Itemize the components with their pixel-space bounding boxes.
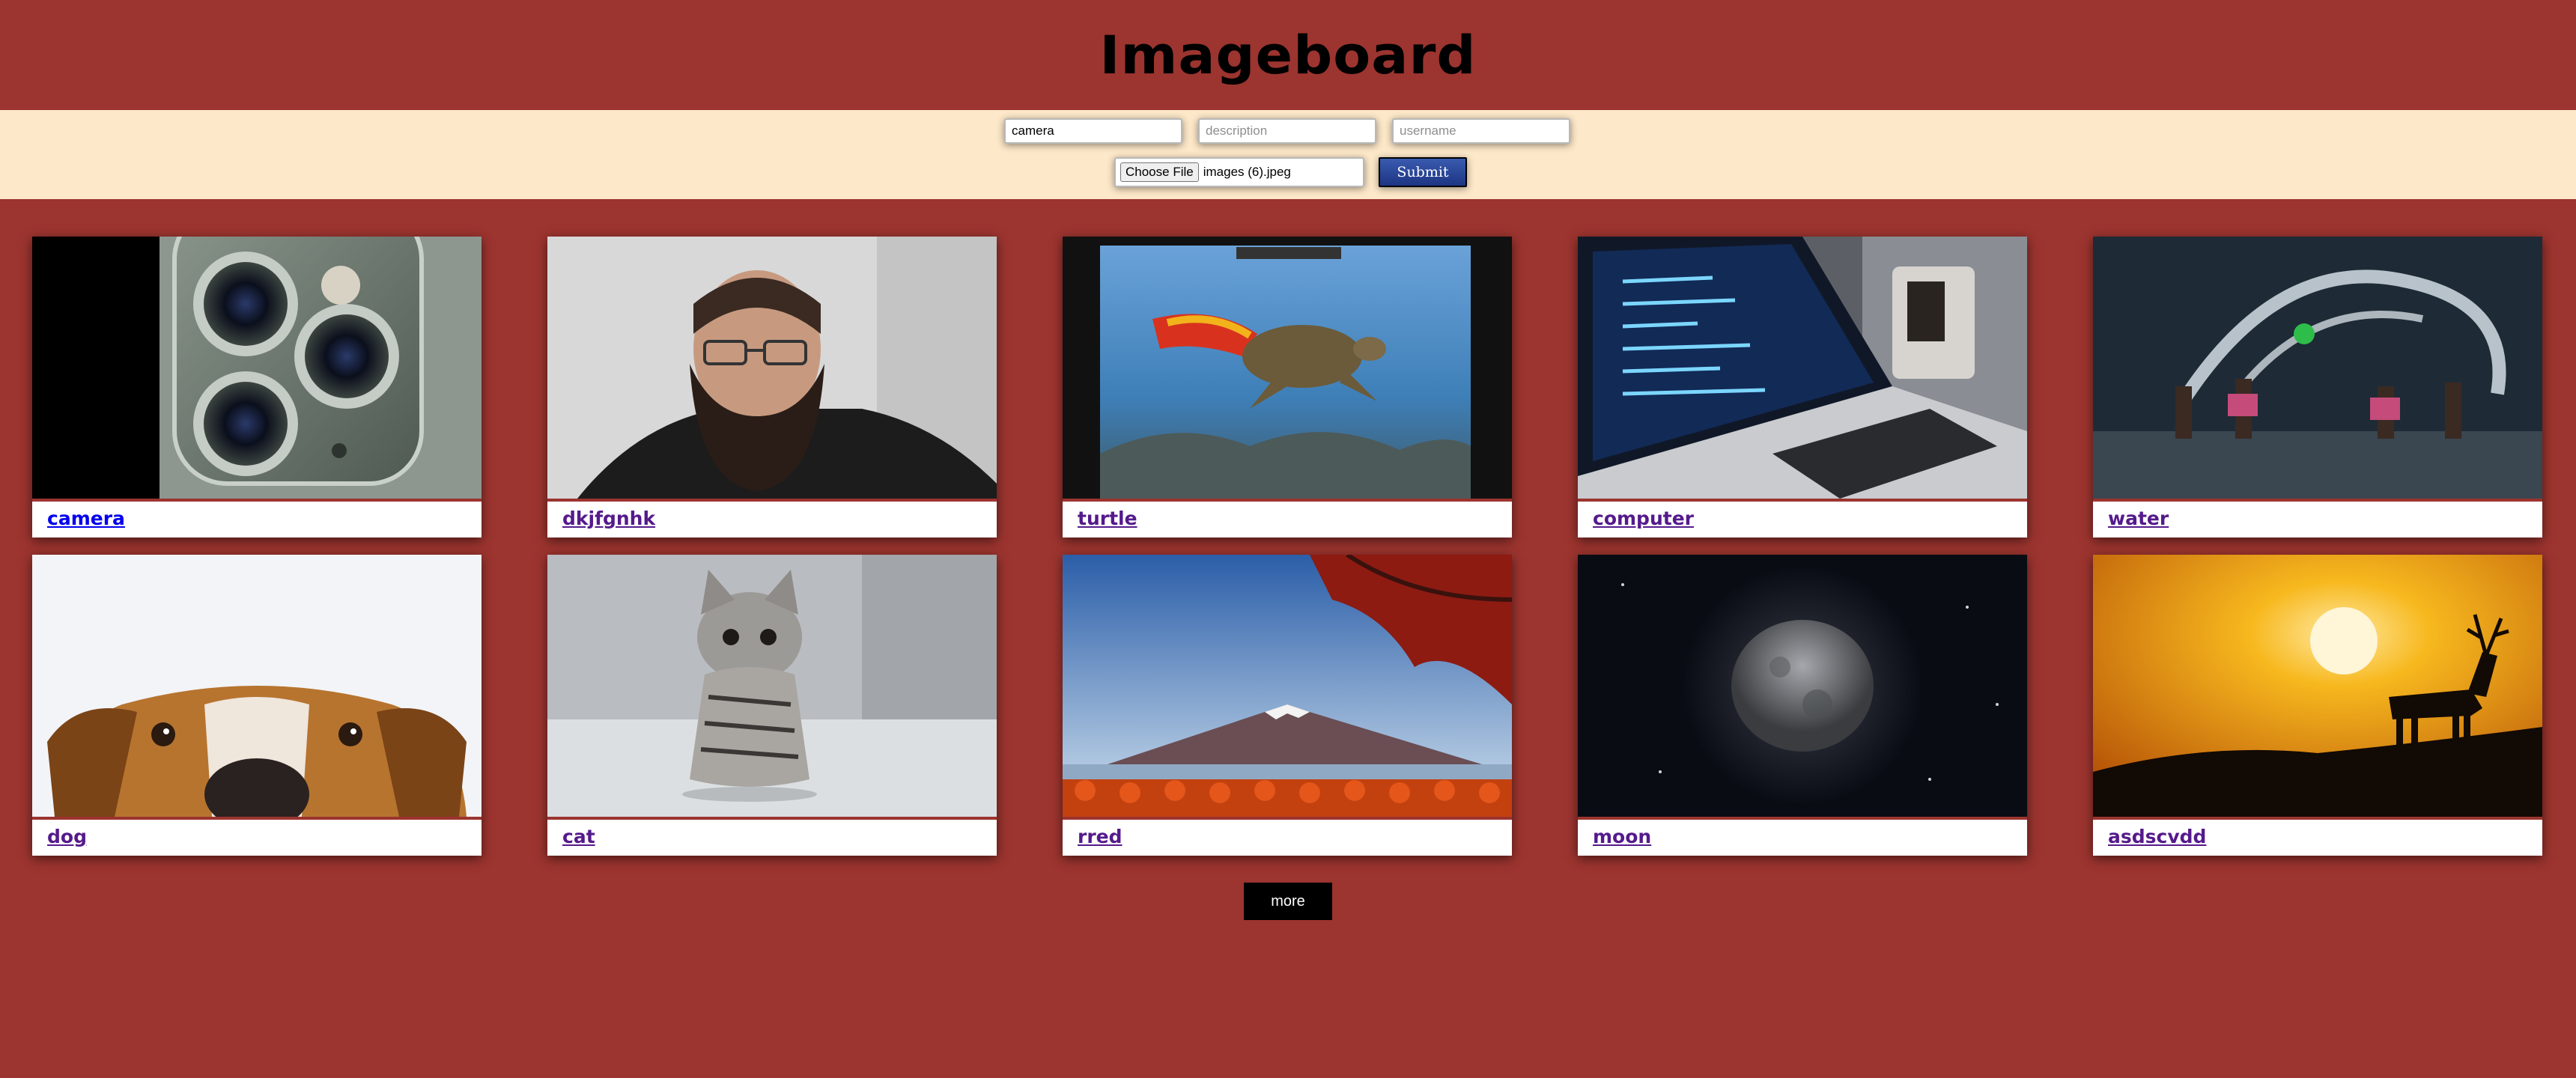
image-card[interactable]: turtle bbox=[1063, 237, 1512, 538]
image-title-link[interactable]: cat bbox=[562, 826, 595, 847]
dog-photo bbox=[32, 555, 482, 817]
mountain-photo bbox=[1063, 555, 1512, 817]
image-card[interactable]: rred bbox=[1063, 555, 1512, 856]
image-card[interactable]: moon bbox=[1578, 555, 2027, 856]
more-button[interactable]: more bbox=[1244, 883, 1332, 920]
image-thumbnail-asdscvdd[interactable] bbox=[2093, 555, 2542, 820]
upload-form: Choose File images (6).jpeg Submit bbox=[0, 110, 2576, 199]
image-thumbnail-turtle[interactable] bbox=[1063, 237, 1512, 502]
image-thumbnail-dog[interactable] bbox=[32, 555, 482, 820]
image-card[interactable]: dkjfgnhk bbox=[547, 237, 997, 538]
title-input[interactable] bbox=[1004, 118, 1182, 144]
image-title-link[interactable]: moon bbox=[1593, 826, 1651, 847]
image-title-link[interactable]: computer bbox=[1593, 508, 1694, 529]
image-title-link[interactable]: water bbox=[2108, 508, 2169, 529]
image-card[interactable]: water bbox=[2093, 237, 2542, 538]
moon-photo bbox=[1578, 555, 2027, 817]
image-thumbnail-water[interactable] bbox=[2093, 237, 2542, 502]
deer-sunset-photo bbox=[2093, 555, 2542, 817]
image-title-link[interactable]: turtle bbox=[1078, 508, 1137, 529]
submit-button[interactable]: Submit bbox=[1379, 157, 1467, 187]
image-thumbnail-computer[interactable] bbox=[1578, 237, 2027, 502]
image-title-link[interactable]: dkjfgnhk bbox=[562, 508, 655, 529]
image-thumbnail-moon[interactable] bbox=[1578, 555, 2027, 820]
image-title-link[interactable]: dog bbox=[47, 826, 87, 847]
image-card[interactable]: cat bbox=[547, 555, 997, 856]
image-title-link[interactable]: rred bbox=[1078, 826, 1123, 847]
choose-file-button[interactable]: Choose File bbox=[1120, 162, 1199, 182]
selected-file-name: images (6).jpeg bbox=[1203, 165, 1291, 179]
portrait-photo bbox=[547, 237, 997, 499]
water-splash-photo bbox=[2093, 237, 2542, 499]
laptop-photo bbox=[1578, 237, 2027, 499]
camera-photo bbox=[32, 237, 482, 499]
image-card[interactable]: dog bbox=[32, 555, 482, 856]
username-input[interactable] bbox=[1392, 118, 1570, 144]
site-header: Imageboard bbox=[0, 0, 2576, 110]
image-thumbnail-dkjfgnhk[interactable] bbox=[547, 237, 997, 502]
turtle-photo bbox=[1063, 237, 1512, 499]
kitten-photo bbox=[547, 555, 997, 817]
site-title: Imageboard bbox=[1099, 24, 1477, 86]
description-input[interactable] bbox=[1198, 118, 1376, 144]
image-thumbnail-rred[interactable] bbox=[1063, 555, 1512, 820]
image-title-link[interactable]: asdscvdd bbox=[2108, 826, 2206, 847]
image-thumbnail-cat[interactable] bbox=[547, 555, 997, 820]
image-card[interactable]: camera bbox=[32, 237, 482, 538]
image-card[interactable]: asdscvdd bbox=[2093, 555, 2542, 856]
file-input[interactable]: Choose File images (6).jpeg bbox=[1114, 157, 1364, 187]
image-card[interactable]: computer bbox=[1578, 237, 2027, 538]
image-thumbnail-camera[interactable] bbox=[32, 237, 482, 502]
image-title-link[interactable]: camera bbox=[47, 508, 125, 529]
